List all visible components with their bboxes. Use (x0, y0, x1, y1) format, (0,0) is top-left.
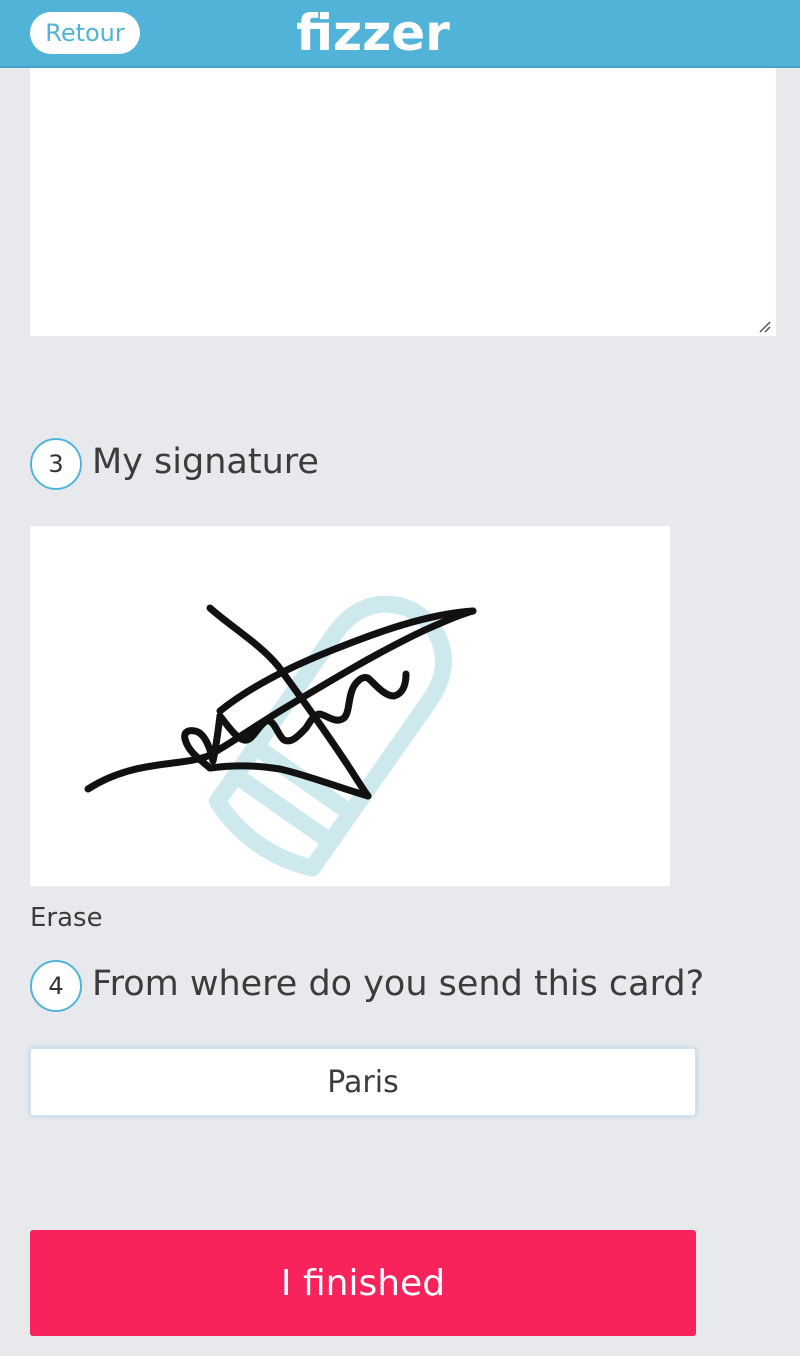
resize-grip-icon[interactable] (756, 318, 772, 334)
erase-signature-link[interactable]: Erase (30, 898, 103, 938)
back-button[interactable]: Retour (30, 12, 140, 54)
signature-pad[interactable] (30, 526, 670, 886)
location-step-header: 4 From where do you send this card? (30, 960, 770, 1012)
app-header: Retour fizzer (0, 0, 800, 68)
step-number-badge: 4 (30, 960, 82, 1012)
signature-canvas (84, 595, 477, 877)
fizzer-logo: fizzer (296, 4, 450, 62)
city-input[interactable] (30, 1048, 696, 1116)
message-textarea[interactable] (30, 68, 776, 336)
location-step-title: From where do you send this card? (92, 964, 705, 1004)
signature-step-header: 3 My signature (30, 438, 430, 490)
step-number-badge: 3 (30, 438, 82, 490)
finish-button[interactable]: I finished (30, 1230, 696, 1336)
signature-step-title: My signature (92, 442, 319, 482)
